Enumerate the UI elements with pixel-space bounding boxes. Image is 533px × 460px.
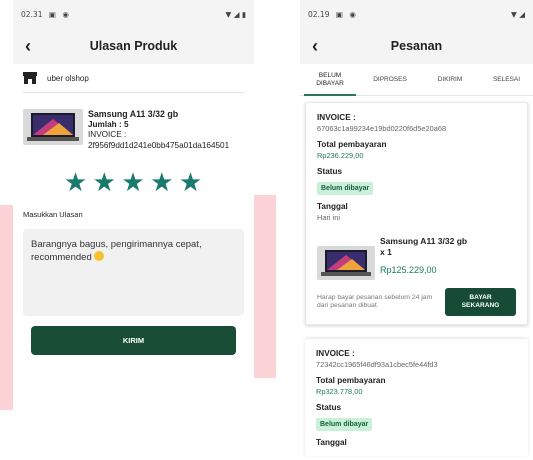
battery-icon: ▮ — [241, 9, 246, 19]
signal-icon: ◢ — [519, 9, 525, 19]
at-icon: ◉ — [62, 9, 69, 19]
star-icon[interactable]: ★ — [150, 167, 174, 197]
total-amount: Rp236.229,00 — [317, 151, 364, 160]
product-invoice: INVOICE : 2f956f9dd1d241e0bb475a01da1645… — [88, 130, 230, 150]
invoice-number: 72342cc1965f46df93a1cbec5fe44fd3 — [316, 360, 438, 369]
status-badge: Belum dibayar — [317, 182, 374, 195]
order-card[interactable]: INVOICE : 72342cc1965f46df93a1cbec5fe44f… — [305, 339, 528, 456]
smile-emoji-icon — [94, 251, 105, 261]
back-arrow-icon[interactable]: ‹ — [312, 36, 318, 57]
decor-shape-left — [0, 205, 14, 410]
date-label: Tanggal — [317, 202, 348, 211]
product-summary: Samsung A11 3/32 gb Jumlah : 5 INVOICE :… — [13, 93, 254, 151]
item-quantity: x 1 — [380, 246, 392, 257]
status-bar: 02.31 ▣ ◉ ▼ ◢ ▮ — [13, 0, 254, 28]
total-label: Total pembayaran — [317, 140, 387, 149]
status-badge: Belum dibayar — [316, 418, 373, 431]
status-time: 02.31 — [21, 9, 43, 19]
tab-label: DIBAYAR — [316, 79, 344, 87]
order-card[interactable]: INVOICE : 67063c1a99234e19bd0220f6d5e20a… — [305, 102, 528, 325]
tab-dikirim[interactable]: DIKIRIM — [420, 76, 480, 84]
pay-button-label: SEKARANG — [461, 302, 500, 309]
status-bar: 02.19 ▣ ◉ ▼ ◢ — [300, 0, 533, 28]
wifi-icon: ▼ — [225, 9, 232, 19]
product-image — [23, 109, 83, 145]
review-text: Barangnya bagus, pengirimannya cepat, re… — [31, 239, 202, 263]
tab-diproses[interactable]: DIPROSES — [360, 76, 420, 84]
tab-selesai[interactable]: SELESAI — [480, 76, 533, 84]
product-image — [317, 246, 375, 280]
wifi-icon: ▼ — [511, 9, 517, 19]
product-name: Samsung A11 3/32 gb — [88, 109, 179, 119]
status-label: Status — [317, 167, 343, 176]
item-name: Samsung A11 3/32 gb — [380, 236, 468, 246]
rating-stars: ★ ★ ★ ★ ★ — [13, 168, 254, 196]
review-label: Masukkan Ulasan — [23, 210, 83, 219]
orders-screen: 02.19 ▣ ◉ ▼ ◢ ‹ Pesanan BELUM DIBAYAR DI… — [300, 0, 533, 460]
tab-label: BELUM — [318, 71, 342, 79]
star-icon[interactable]: ★ — [64, 167, 88, 197]
pay-button-label: BAYAR — [469, 294, 492, 301]
star-icon[interactable]: ★ — [179, 167, 203, 197]
app-bar: ‹ Ulasan Produk — [13, 28, 254, 64]
app-bar: ‹ Pesanan — [300, 28, 533, 64]
payment-note: Harap bayar pesanan sebelum 24 jam dari … — [317, 293, 433, 310]
page-title: Ulasan Produk — [89, 39, 178, 53]
pay-now-button[interactable]: BAYAR SEKARANG — [445, 288, 516, 316]
invoice-number: 67063c1a99234e19bd0220f6d5e20a68 — [317, 124, 447, 133]
date-label: Tanggal — [316, 438, 347, 447]
store-icon — [23, 72, 37, 84]
order-tabs: BELUM DIBAYAR DIPROSES DIKIRIM SELESAI — [300, 64, 533, 96]
total-amount: Rp323.778,00 — [316, 387, 363, 396]
star-icon[interactable]: ★ — [93, 167, 117, 197]
shop-row: uber olshop — [13, 64, 254, 92]
review-screen: 02.31 ▣ ◉ ▼ ◢ ▮ ‹ Ulasan Produk uber ols… — [13, 0, 254, 460]
page-title: Pesanan — [390, 39, 443, 53]
image-icon: ▣ — [48, 9, 56, 19]
at-icon: ◉ — [349, 9, 356, 19]
status-label: Status — [316, 403, 342, 412]
submit-button[interactable]: KIRIM — [31, 326, 236, 355]
back-arrow-icon[interactable]: ‹ — [25, 36, 31, 57]
star-icon[interactable]: ★ — [121, 167, 145, 197]
item-price: Rp125.229,00 — [380, 265, 437, 275]
order-item: Samsung A11 3/32 gb x 1 Rp125.229,00 — [317, 236, 516, 280]
shop-name: uber olshop — [47, 73, 89, 83]
invoice-label: INVOICE : — [317, 113, 356, 122]
total-label: Total pembayaran — [316, 376, 386, 385]
active-tab-indicator — [304, 94, 356, 96]
status-time: 02.19 — [308, 9, 330, 19]
review-input[interactable]: Barangnya bagus, pengirimannya cepat, re… — [23, 229, 244, 316]
signal-icon: ◢ — [233, 9, 240, 19]
decor-shape-middle — [254, 195, 276, 378]
product-quantity: Jumlah : 5 — [88, 119, 129, 129]
date-value: Hari ini — [317, 213, 340, 222]
image-icon: ▣ — [335, 9, 343, 19]
tab-belum-dibayar[interactable]: BELUM DIBAYAR — [300, 72, 360, 88]
invoice-label: INVOICE : — [316, 349, 355, 358]
